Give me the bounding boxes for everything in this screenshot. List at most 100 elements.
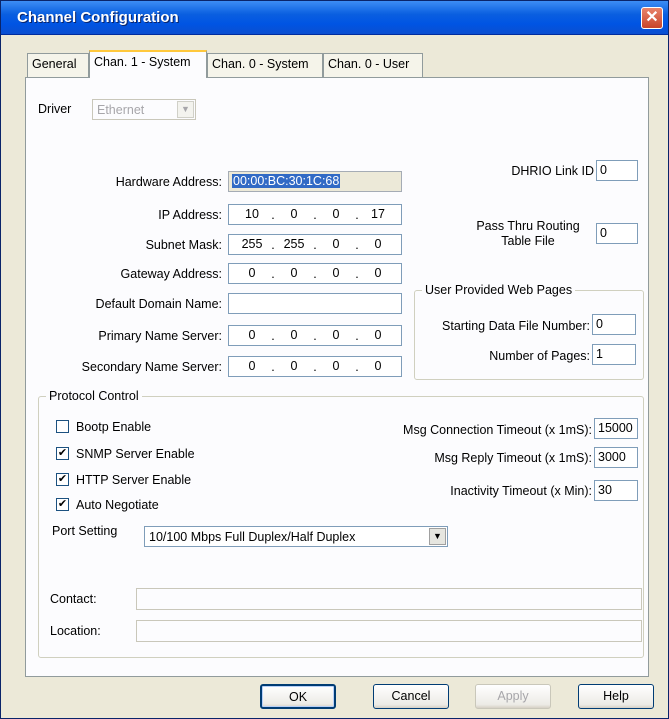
gateway-octet-3: 0 (332, 266, 340, 280)
starting-data-file-label: Starting Data File Number: (442, 319, 590, 333)
octet-separator: . (313, 208, 317, 222)
inactivity-timeout-label: Inactivity Timeout (x Min): (450, 484, 592, 498)
http-server-checkbox[interactable]: ✔ (56, 473, 69, 486)
inactivity-timeout-field[interactable]: 30 (594, 480, 638, 501)
help-button[interactable]: Help (578, 684, 654, 709)
auto-negotiate-label: Auto Negotiate (76, 498, 159, 512)
default-domain-name-label: Default Domain Name: (95, 297, 222, 311)
gateway-octet-4: 0 (374, 266, 382, 280)
close-icon[interactable]: ✕ (641, 7, 663, 29)
port-setting-select[interactable]: 10/100 Mbps Full Duplex/Half Duplex ▼ (144, 526, 448, 547)
ip-octet-2: 0 (290, 207, 298, 221)
subnet-mask-field[interactable]: 255 . 255 . 0 . 0 (228, 234, 402, 255)
octet-separator: . (271, 238, 275, 252)
ip-octet-3: 0 (332, 207, 340, 221)
driver-value: Ethernet (97, 103, 145, 117)
msg-reply-timeout-field[interactable]: 3000 (594, 447, 638, 468)
primary-name-server-field[interactable]: 0 . 0 . 0 . 0 (228, 325, 402, 346)
ok-button[interactable]: OK (260, 684, 336, 709)
octet-separator: . (313, 267, 317, 281)
hardware-address-label: Hardware Address: (115, 175, 222, 189)
protocol-control-title: Protocol Control (46, 389, 142, 403)
web-pages-group-title: User Provided Web Pages (422, 283, 576, 297)
octet-separator: . (313, 360, 317, 374)
number-of-pages-field[interactable]: 1 (592, 344, 636, 365)
chevron-down-icon: ▼ (429, 528, 446, 545)
bootp-enable-label: Bootp Enable (76, 420, 152, 434)
web-pages-group (414, 290, 644, 380)
octet-separator: . (355, 329, 359, 343)
octet-separator: . (355, 267, 359, 281)
tab-chan0-user[interactable]: Chan. 0 - User (323, 53, 423, 77)
window-title: Channel Configuration (17, 9, 179, 26)
tab-chan0-system[interactable]: Chan. 0 - System (207, 53, 323, 77)
hardware-address-value: 00:00:BC:30:1C:68 (232, 174, 341, 188)
snmp-server-checkbox[interactable]: ✔ (56, 447, 69, 460)
port-setting-value: 10/100 Mbps Full Duplex/Half Duplex (149, 530, 356, 544)
contact-label: Contact: (50, 592, 97, 606)
tab-chan1-system[interactable]: Chan. 1 - System (89, 50, 207, 78)
ip-octet-1: 10 (245, 207, 259, 221)
cancel-button[interactable]: Cancel (373, 684, 449, 709)
pass-thru-routing-label-2: Table File (501, 234, 555, 248)
secondary-dns-octet-2: 0 (290, 359, 298, 373)
title-bar[interactable]: Channel Configuration ✕ (1, 1, 668, 35)
secondary-name-server-label: Secondary Name Server: (81, 360, 222, 374)
chevron-down-icon: ▼ (177, 101, 194, 118)
contact-field[interactable] (136, 588, 642, 610)
ip-octet-4: 17 (371, 207, 385, 221)
octet-separator: . (271, 360, 275, 374)
subnet-mask-label: Subnet Mask: (145, 238, 222, 252)
octet-separator: . (271, 329, 275, 343)
pass-thru-routing-label-1: Pass Thru Routing (476, 219, 580, 233)
secondary-dns-octet-4: 0 (374, 359, 382, 373)
primary-dns-octet-2: 0 (290, 328, 298, 342)
dhrio-link-id-label: DHRIO Link ID (511, 164, 594, 178)
http-server-label: HTTP Server Enable (76, 473, 192, 487)
snmp-server-label: SNMP Server Enable (76, 447, 195, 461)
secondary-dns-octet-3: 0 (332, 359, 340, 373)
octet-separator: . (271, 267, 275, 281)
primary-name-server-label: Primary Name Server: (98, 329, 222, 343)
octet-separator: . (355, 360, 359, 374)
msg-connection-timeout-field[interactable]: 15000 (594, 418, 638, 439)
tab-panel: Driver Ethernet ▼ Hardware Address: 00:0… (25, 77, 649, 677)
primary-dns-octet-3: 0 (332, 328, 340, 342)
primary-dns-octet-4: 0 (374, 328, 382, 342)
auto-negotiate-checkbox[interactable]: ✔ (56, 498, 69, 511)
subnet-octet-4: 0 (374, 237, 382, 251)
msg-connection-timeout-label: Msg Connection Timeout (x 1mS): (403, 423, 592, 437)
driver-label: Driver (38, 102, 72, 116)
octet-separator: . (313, 329, 317, 343)
subnet-octet-1: 255 (241, 237, 263, 251)
ip-address-label: IP Address: (158, 208, 222, 222)
octet-separator: . (313, 238, 317, 252)
octet-separator: . (355, 208, 359, 222)
secondary-name-server-field[interactable]: 0 . 0 . 0 . 0 (228, 356, 402, 377)
hardware-address-field: 00:00:BC:30:1C:68 (228, 171, 402, 192)
driver-select[interactable]: Ethernet ▼ (92, 99, 196, 120)
number-of-pages-label: Number of Pages: (489, 349, 590, 363)
octet-separator: . (271, 208, 275, 222)
bootp-enable-checkbox[interactable] (56, 420, 69, 433)
default-domain-name-field[interactable] (228, 293, 402, 314)
tab-general[interactable]: General (27, 53, 89, 77)
starting-data-file-field[interactable]: 0 (592, 314, 636, 335)
subnet-octet-2: 255 (283, 237, 305, 251)
pass-thru-routing-field[interactable]: 0 (596, 223, 638, 244)
primary-dns-octet-1: 0 (248, 328, 256, 342)
dhrio-link-id-field[interactable]: 0 (596, 160, 638, 181)
gateway-address-field[interactable]: 0 . 0 . 0 . 0 (228, 263, 402, 284)
location-label: Location: (50, 624, 101, 638)
location-field[interactable] (136, 620, 642, 642)
gateway-octet-1: 0 (248, 266, 256, 280)
subnet-octet-3: 0 (332, 237, 340, 251)
port-setting-label: Port Setting (52, 524, 118, 538)
gateway-octet-2: 0 (290, 266, 298, 280)
msg-reply-timeout-label: Msg Reply Timeout (x 1mS): (434, 451, 592, 465)
ip-address-field[interactable]: 10 . 0 . 0 . 17 (228, 204, 402, 225)
apply-button[interactable]: Apply (475, 684, 551, 709)
channel-configuration-dialog: Channel Configuration ✕ General Chan. 1 … (0, 0, 669, 719)
secondary-dns-octet-1: 0 (248, 359, 256, 373)
gateway-address-label: Gateway Address: (120, 267, 222, 281)
